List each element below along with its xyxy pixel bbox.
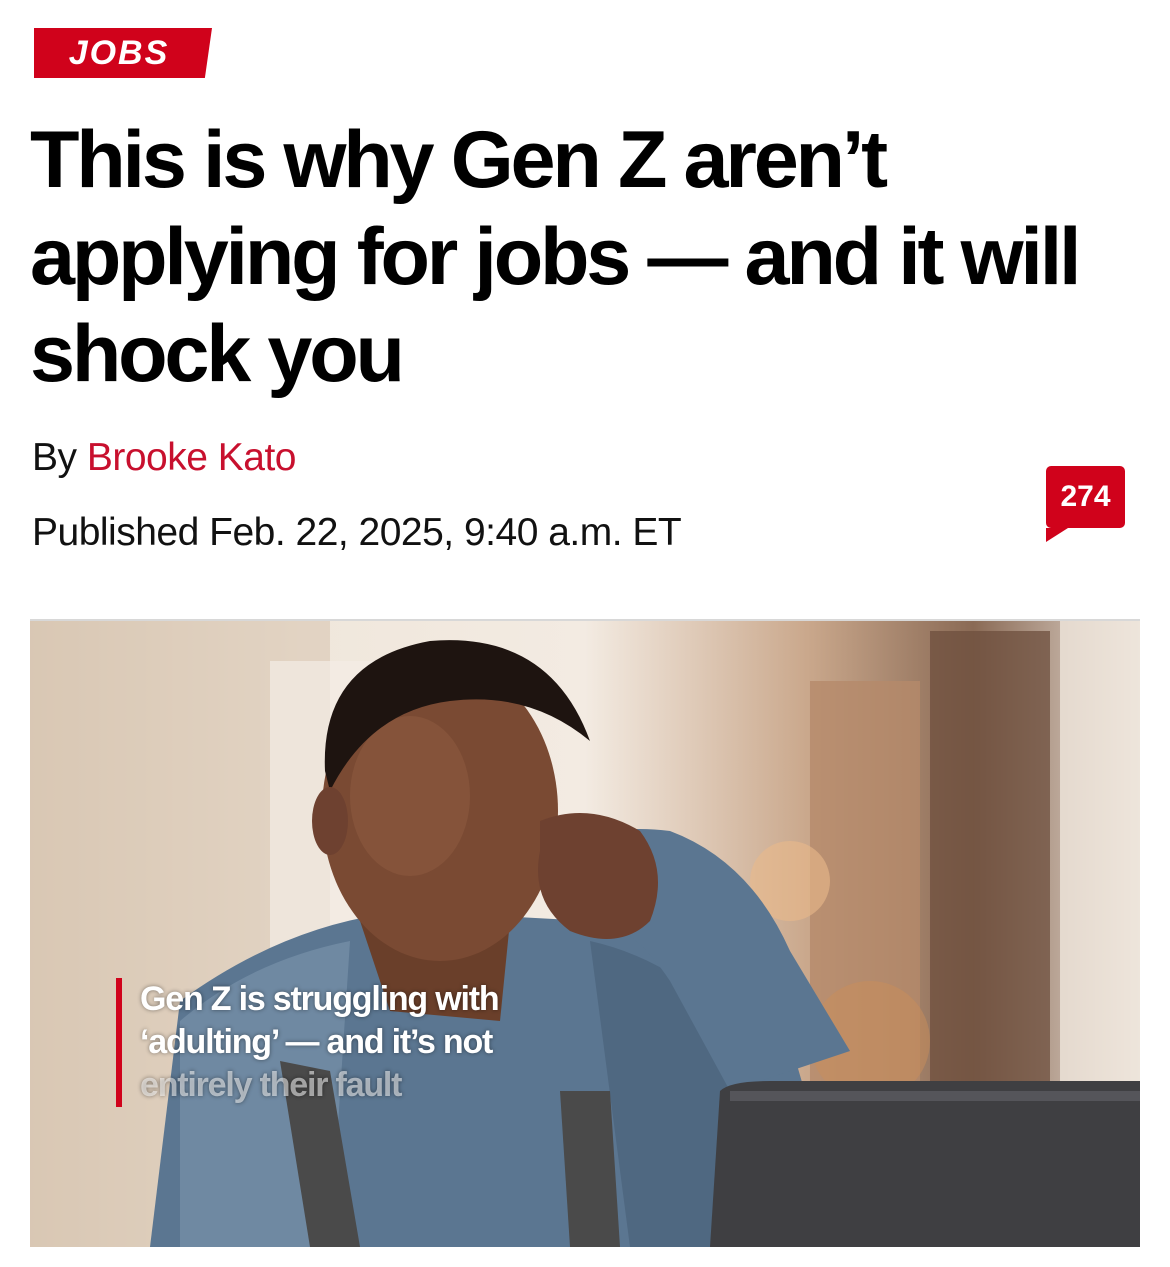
author-link[interactable]: Brooke Kato (87, 436, 297, 479)
video-caption-overlay: Gen Z is struggling with ‘adulting’ — an… (116, 978, 640, 1107)
article-hero-video[interactable]: Gen Z is struggling with ‘adulting’ — an… (30, 619, 1140, 1247)
hero-image (30, 621, 1140, 1247)
byline: By Brooke Kato (32, 436, 297, 480)
caption-line-2: ‘adulting’ — and it’s not (140, 1023, 493, 1061)
comment-count: 274 (1060, 480, 1111, 513)
section-tag-jobs[interactable]: JOBS (34, 28, 212, 78)
article-headline: This is why Gen Z aren’t applying for jo… (30, 115, 1082, 399)
byline-prefix: By (32, 436, 77, 479)
caption-line-1: Gen Z is struggling with (140, 980, 500, 1018)
comment-count-button[interactable]: 274 (1046, 466, 1125, 542)
caption-line-3: entirely their fault (140, 1066, 402, 1104)
section-tag-label: JOBS (68, 33, 170, 72)
published-date: Published Feb. 22, 2025, 9:40 a.m. ET (32, 511, 682, 554)
